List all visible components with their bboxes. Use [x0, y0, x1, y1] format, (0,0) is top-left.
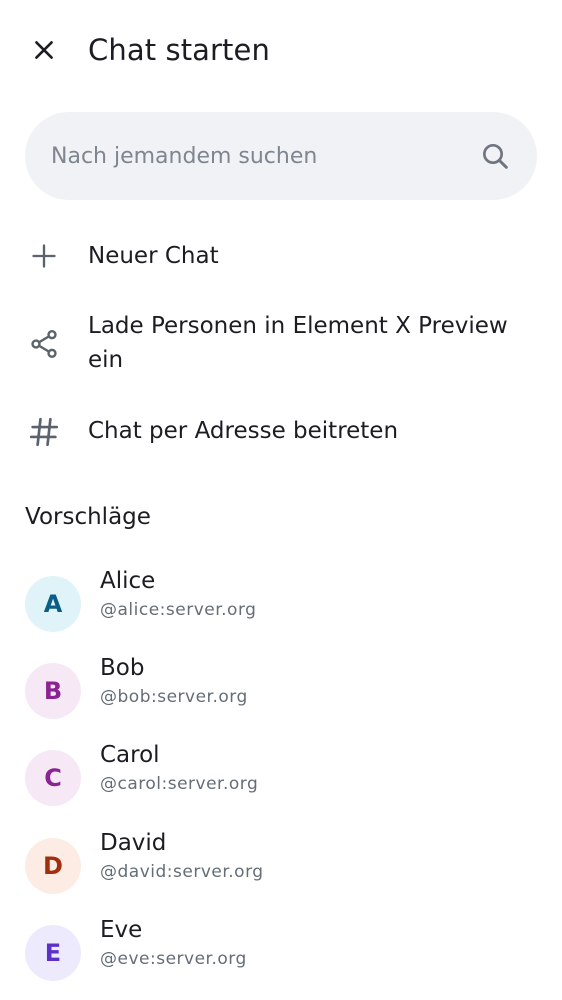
avatar: D [25, 838, 81, 894]
top-app-bar: Chat starten [0, 0, 562, 100]
suggestion-user-id: @alice:server.org [100, 600, 257, 620]
suggestion-user-id: @eve:server.org [100, 949, 247, 969]
avatar: A [25, 576, 81, 632]
search-bar[interactable] [25, 112, 537, 200]
suggestions-heading: Vorschläge [25, 504, 151, 530]
suggestion-item-eve[interactable]: E Eve @eve:server.org [0, 913, 562, 993]
new-chat-label: Neuer Chat [88, 243, 219, 269]
suggestion-name: Carol [100, 742, 160, 768]
plus-icon [24, 236, 64, 276]
search-input[interactable] [51, 136, 471, 176]
suggestion-name: Alice [100, 568, 156, 594]
share-icon [24, 324, 64, 364]
suggestion-user-id: @carol:server.org [100, 774, 259, 794]
close-button[interactable] [20, 26, 68, 74]
invite-people-action[interactable]: Lade Personen in Element X Preview ein [0, 309, 562, 379]
avatar: B [25, 663, 81, 719]
hash-icon [24, 412, 64, 452]
page-title: Chat starten [88, 33, 270, 67]
suggestion-item-carol[interactable]: C Carol @carol:server.org [0, 738, 562, 818]
suggestion-name: David [100, 830, 167, 856]
search-icon [483, 144, 508, 169]
suggestion-item-bob[interactable]: B Bob @bob:server.org [0, 651, 562, 731]
avatar: E [25, 925, 81, 981]
suggestion-name: Eve [100, 917, 143, 943]
join-by-address-action[interactable]: Chat per Adresse beitreten [0, 410, 562, 454]
suggestion-item-alice[interactable]: A Alice @alice:server.org [0, 564, 562, 644]
invite-people-label: Lade Personen in Element X Preview ein [88, 313, 508, 373]
suggestion-name: Bob [100, 655, 145, 681]
join-by-address-label: Chat per Adresse beitreten [88, 418, 399, 444]
avatar: C [25, 750, 81, 806]
new-chat-action[interactable]: Neuer Chat [0, 236, 562, 280]
close-icon [35, 41, 53, 59]
suggestion-user-id: @david:server.org [100, 862, 264, 882]
suggestion-user-id: @bob:server.org [100, 687, 248, 707]
start-chat-screen: Chat starten Neuer Chat Lade Personen in… [0, 0, 562, 1000]
suggestion-item-david[interactable]: D David @david:server.org [0, 826, 562, 906]
